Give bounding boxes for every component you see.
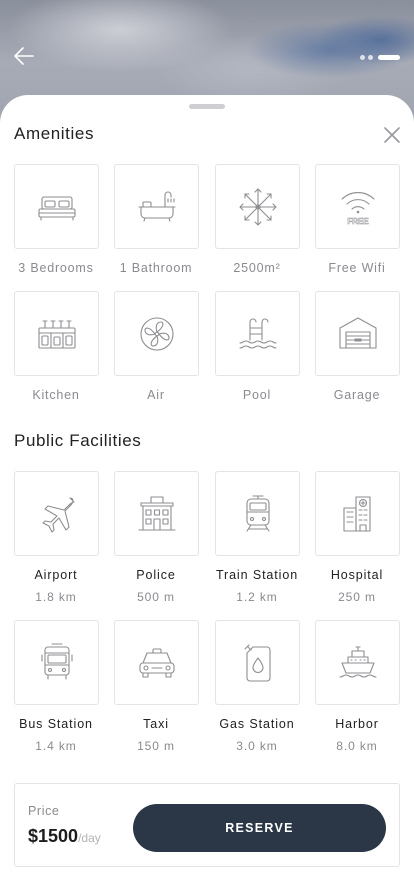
- amenity-label: Air: [147, 388, 165, 402]
- amenity-tile-kitchen[interactable]: [14, 291, 99, 376]
- amenity-tile-area[interactable]: [215, 164, 300, 249]
- image-pager[interactable]: [360, 55, 400, 60]
- facility-distance: 8.0 km: [336, 739, 378, 753]
- area-expand-icon: [238, 187, 277, 226]
- pager-dot-active[interactable]: [378, 55, 400, 60]
- reserve-button[interactable]: RESERVE: [133, 804, 386, 852]
- svg-text:FREE: FREE: [347, 217, 369, 226]
- amenity-tile-bathroom[interactable]: [114, 164, 199, 249]
- amenity-label: Garage: [333, 388, 381, 402]
- facility-tile-gas[interactable]: [215, 620, 300, 705]
- price-amount: $1500/day: [28, 826, 101, 847]
- facility-tile-hospital[interactable]: [315, 471, 400, 556]
- price-unit: /day: [78, 831, 101, 845]
- amenity-tile-bedrooms[interactable]: [14, 164, 99, 249]
- facility-tile-police[interactable]: [114, 471, 199, 556]
- facility-tile-train[interactable]: [215, 471, 300, 556]
- amenity-label: 1 Bathroom: [119, 261, 193, 275]
- facility-tile-bus[interactable]: [14, 620, 99, 705]
- back-button[interactable]: [10, 42, 38, 70]
- facility-distance: 250 m: [338, 590, 376, 604]
- details-sheet: Amenities FREE 3 Bedrooms 1 Bathroom 250…: [0, 95, 414, 896]
- bus-icon: [40, 642, 73, 680]
- facility-name: Bus Station: [19, 717, 93, 731]
- facility-distance: 1.4 km: [35, 739, 77, 753]
- sheet-drag-handle[interactable]: [189, 104, 225, 109]
- amenity-tile-garage[interactable]: [315, 291, 400, 376]
- facility-distance: 1.8 km: [35, 590, 77, 604]
- pool-icon: [238, 318, 277, 349]
- amenity-label: 2500m²: [233, 261, 281, 275]
- police-station-icon: [137, 495, 176, 531]
- price-value: $1500: [28, 826, 79, 846]
- gas-can-icon: [243, 643, 271, 682]
- close-icon[interactable]: [382, 125, 402, 145]
- facility-name: Train Station: [215, 568, 299, 582]
- pager-dot[interactable]: [360, 55, 365, 60]
- amenity-label: Free Wifi: [328, 261, 386, 275]
- facility-name: Taxi: [143, 717, 169, 731]
- facility-tile-taxi[interactable]: [114, 620, 199, 705]
- airplane-icon: [41, 496, 75, 533]
- ship-icon: [338, 645, 377, 678]
- bed-icon: [37, 195, 76, 221]
- kitchen-icon: [37, 319, 76, 349]
- public-facilities-title: Public Facilities: [14, 431, 142, 450]
- train-icon: [245, 494, 270, 532]
- facility-distance: 1.2 km: [236, 590, 278, 604]
- amenity-tile-wifi[interactable]: FREE: [315, 164, 400, 249]
- amenity-label: Pool: [242, 388, 272, 402]
- facility-distance: 3.0 km: [236, 739, 278, 753]
- amenity-tile-pool[interactable]: [215, 291, 300, 376]
- facility-distance: 500 m: [137, 590, 175, 604]
- facility-distance: 150 m: [137, 739, 175, 753]
- amenity-label: Kitchen: [32, 388, 80, 402]
- pager-dot[interactable]: [368, 55, 373, 60]
- hospital-icon: [342, 495, 371, 532]
- facility-name: Airport: [34, 568, 78, 582]
- facility-name: Police: [136, 568, 176, 582]
- facility-name: Hospital: [330, 568, 384, 582]
- wifi-icon: FREE: [340, 191, 375, 226]
- bathtub-icon: [137, 191, 176, 222]
- air-conditioner-icon: [139, 316, 174, 351]
- arrow-left-icon: [14, 47, 34, 65]
- amenities-title: Amenities: [14, 124, 95, 143]
- booking-footer: Price $1500/day RESERVE: [14, 783, 400, 867]
- amenity-tile-air[interactable]: [114, 291, 199, 376]
- price-label: Price: [28, 804, 60, 818]
- facility-name: Harbor: [335, 717, 379, 731]
- facility-tile-airport[interactable]: [14, 471, 99, 556]
- facility-tile-harbor[interactable]: [315, 620, 400, 705]
- facility-name: Gas Station: [219, 717, 295, 731]
- taxi-icon: [138, 647, 175, 678]
- garage-icon: [338, 316, 377, 349]
- amenity-label: 3 Bedrooms: [18, 261, 94, 275]
